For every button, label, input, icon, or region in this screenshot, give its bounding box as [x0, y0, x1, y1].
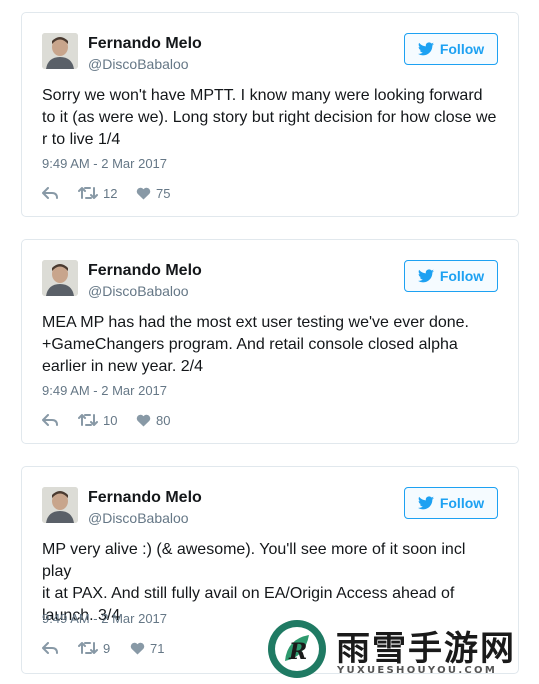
avatar[interactable] [42, 260, 78, 296]
retweet-icon [78, 642, 98, 654]
follow-button[interactable]: Follow [404, 260, 498, 292]
tweet-text: MEA MP has had the most ext user testing… [42, 312, 498, 378]
heart-icon [136, 414, 151, 427]
leaf-logo-icon: R [268, 620, 326, 678]
tweet-card: Fernando Melo @DiscoBabaloo Follow MEA M… [21, 239, 519, 444]
timestamp[interactable]: 9:49 AM - 2 Mar 2017 [42, 611, 167, 626]
like-button[interactable]: 80 [136, 413, 170, 428]
author-name[interactable]: Fernando Melo [88, 262, 202, 280]
tweet-text-line: MP very alive :) (& awesome). You'll see… [42, 541, 466, 580]
like-count: 75 [156, 185, 171, 201]
retweet-icon [78, 414, 98, 426]
timestamp[interactable]: 9:49 AM - 2 Mar 2017 [42, 156, 167, 171]
tweet-text-line: earlier in new year. 2/4 [42, 358, 203, 375]
tweet-actions: 9 71 [42, 638, 164, 658]
author-name[interactable]: Fernando Melo [88, 35, 202, 53]
reply-icon [42, 187, 58, 199]
tweet-actions: 10 80 [42, 410, 170, 430]
heart-icon [136, 187, 151, 200]
timestamp[interactable]: 9:49 AM - 2 Mar 2017 [42, 383, 167, 398]
heart-icon [130, 642, 145, 655]
author-name[interactable]: Fernando Melo [88, 489, 202, 507]
like-count: 71 [150, 640, 165, 656]
retweet-button[interactable]: 12 [78, 186, 136, 201]
follow-button[interactable]: Follow [404, 33, 498, 65]
reply-button[interactable] [42, 642, 78, 654]
author-handle[interactable]: @DiscoBabaloo [88, 510, 189, 526]
twitter-bird-icon [417, 42, 434, 56]
watermark-name-en: YUXUESHOUYOU.COM [337, 665, 498, 676]
tweet-text: Sorry we won't have MPTT. I know many we… [42, 85, 498, 151]
twitter-bird-icon [417, 496, 434, 510]
tweet-text-line: it at PAX. And still fully avail on EA/O… [42, 585, 455, 602]
follow-label: Follow [439, 495, 485, 511]
follow-button[interactable]: Follow [404, 487, 498, 519]
tweet-text-line: MEA MP has had the most ext user testing… [42, 314, 469, 331]
site-watermark: R 雨雪手游网 YUXUESHOUYOU.COM [268, 618, 539, 684]
retweet-count: 9 [103, 640, 111, 656]
tweet-card: Fernando Melo @DiscoBabaloo Follow Sorry… [21, 12, 519, 217]
like-button[interactable]: 71 [130, 641, 164, 656]
like-button[interactable]: 75 [136, 186, 170, 201]
follow-label: Follow [439, 41, 485, 57]
logo-letter: R [288, 639, 307, 665]
reply-button[interactable] [42, 414, 78, 426]
author-handle[interactable]: @DiscoBabaloo [88, 56, 189, 72]
tweet-actions: 12 75 [42, 183, 170, 203]
retweet-button[interactable]: 9 [78, 641, 130, 656]
tweet-text-line: r to live 1/4 [42, 131, 121, 148]
follow-label: Follow [439, 268, 485, 284]
retweet-button[interactable]: 10 [78, 413, 136, 428]
tweet-text-line: Sorry we won't have MPTT. I know many we… [42, 87, 483, 104]
retweet-count: 10 [103, 412, 118, 428]
reply-icon [42, 642, 58, 654]
avatar[interactable] [42, 33, 78, 69]
watermark-name-cn: 雨雪手游网 [336, 629, 516, 669]
retweet-count: 12 [103, 185, 118, 201]
author-handle[interactable]: @DiscoBabaloo [88, 283, 189, 299]
reply-button[interactable] [42, 187, 78, 199]
twitter-bird-icon [417, 269, 434, 283]
tweet-text-line: to it (as were we). Long story but right… [42, 109, 497, 126]
tweet-text-line: +GameChangers program. And retail consol… [42, 336, 458, 353]
like-count: 80 [156, 412, 171, 428]
reply-icon [42, 414, 58, 426]
retweet-icon [78, 187, 98, 199]
avatar[interactable] [42, 487, 78, 523]
